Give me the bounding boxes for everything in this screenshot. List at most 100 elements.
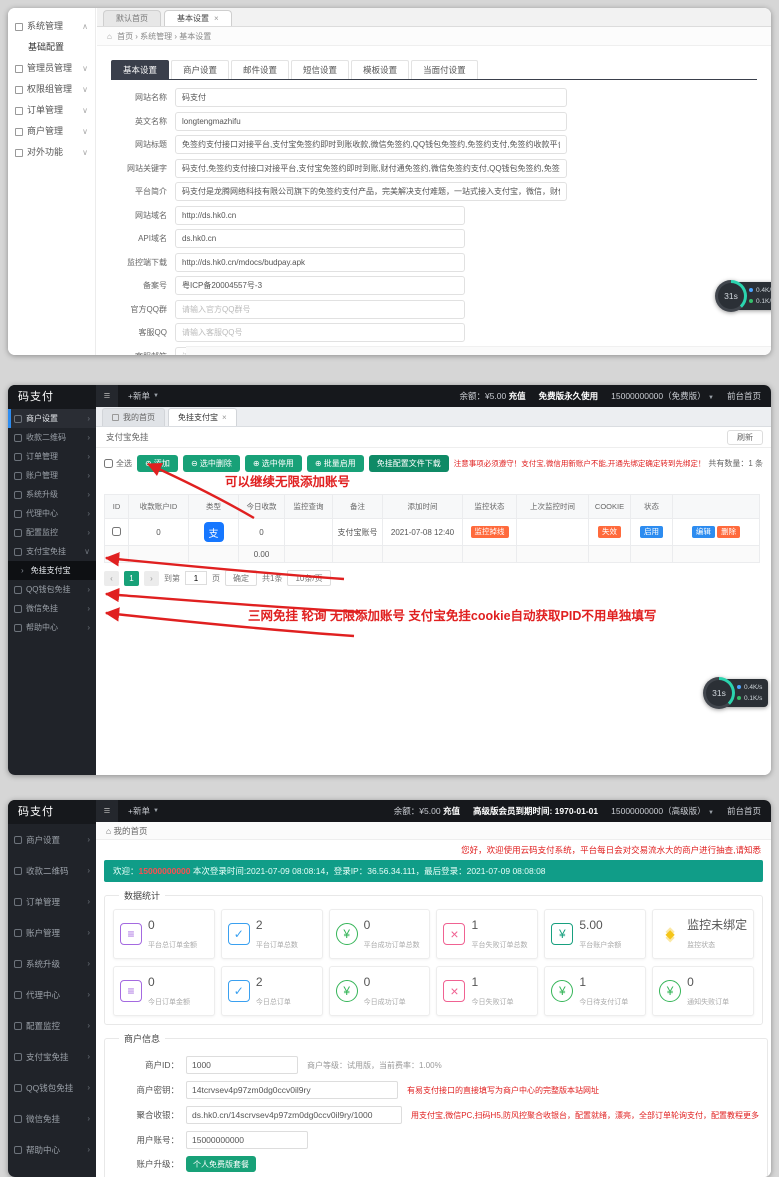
alipay-type-icon: 支	[204, 522, 224, 542]
wechat-icon	[14, 605, 22, 613]
window-tab-home[interactable]: 默认首页	[103, 10, 161, 26]
sidebar-item-agent-center[interactable]: 代理中心 ›	[8, 504, 96, 523]
disable-selected-button[interactable]: ⊕ 选中停用	[245, 455, 302, 472]
recharge-link[interactable]: 充值	[443, 806, 460, 816]
upgrade-plan-button[interactable]: 个人免费版套餐	[186, 1156, 256, 1172]
close-icon[interactable]: ×	[222, 413, 227, 422]
app-logo[interactable]: 码支付	[8, 800, 96, 824]
refresh-button[interactable]: 刷新	[727, 430, 763, 445]
menu-toggle-icon[interactable]: ≡	[96, 800, 118, 822]
user-account-input[interactable]	[186, 1131, 308, 1149]
sidebar-item-config-monitor[interactable]: 配置监控 ›	[8, 523, 96, 542]
sidebar-item-system-upgrade[interactable]: 系统升级 ›	[8, 948, 96, 979]
english-name-input[interactable]	[175, 112, 567, 131]
monitor-download-input[interactable]	[175, 253, 465, 272]
sidebar-item-system-upgrade[interactable]: 系统升级 ›	[8, 485, 96, 504]
prev-page-button[interactable]: ‹	[104, 571, 119, 586]
tab-basic-settings[interactable]: 基本设置	[111, 60, 169, 79]
menu-toggle-icon[interactable]: ≡	[96, 385, 118, 407]
select-all-control[interactable]: 全选	[104, 458, 132, 469]
tab-template-settings[interactable]: 模板设置	[351, 60, 409, 79]
new-order-menu[interactable]: +新单 ▼	[128, 805, 159, 817]
sidebar-item-qq-wallet-hangfree[interactable]: QQ钱包免挂 ›	[8, 580, 96, 599]
account-menu[interactable]: 15000000000（免费版） ▼	[611, 390, 714, 402]
chevron-down-icon: ∨	[82, 100, 88, 121]
per-page-select[interactable]: 10条/页	[287, 570, 330, 586]
site-keywords-input[interactable]	[175, 159, 567, 178]
sidebar-item-account-manage[interactable]: 账户管理 ›	[8, 466, 96, 485]
new-order-menu[interactable]: +新单 ▼	[128, 390, 159, 402]
goto-suffix: 页	[212, 573, 220, 584]
add-button[interactable]: ⊕ 添加	[137, 455, 178, 472]
site-name-input[interactable]	[175, 88, 567, 107]
recharge-link[interactable]: 充值	[509, 391, 526, 401]
sidebar-subitem-hangfree-alipay[interactable]: › 免挂支付宝	[8, 561, 96, 580]
sidebar-item-qq-wallet-hangfree[interactable]: QQ钱包免挂 ›	[8, 1072, 96, 1103]
sidebar-item-qrcode[interactable]: 收款二维码 ›	[8, 855, 96, 886]
sidebar-item-help-center[interactable]: 帮助中心 ›	[8, 1134, 96, 1165]
sidebar-item-help-center[interactable]: 帮助中心 ›	[8, 618, 96, 637]
current-page-button[interactable]: 1	[124, 571, 139, 586]
tab-mail-settings[interactable]: 邮件设置	[231, 60, 289, 79]
delete-selected-button[interactable]: ⊖ 选中删除	[183, 455, 240, 472]
sidebar-item-order-manage[interactable]: 订单管理 ∨	[8, 100, 95, 121]
app-logo[interactable]: 码支付	[8, 385, 96, 409]
sidebar-item-admin-manage[interactable]: 管理员管理 ∨	[8, 58, 95, 79]
front-site-link[interactable]: 前台首页	[727, 805, 761, 817]
row-checkbox[interactable]	[112, 527, 121, 536]
net-speed-widget[interactable]: 31s 0.4K/s 0.1K/s	[703, 677, 768, 709]
status-badge[interactable]: 启用	[640, 526, 663, 539]
download-config-button[interactable]: 免挂配置文件下载	[369, 455, 449, 472]
balance-text: 余额：¥5.00 充值	[394, 805, 460, 817]
tab-hangfree-alipay[interactable]: 免挂支付宝 ×	[168, 408, 237, 426]
sidebar-item-alipay-hangfree[interactable]: 支付宝免挂 ›	[8, 1041, 96, 1072]
account-upgrade-row: 账户升级： 个人免费版套餐	[117, 1156, 759, 1172]
sidebar-item-system-manage[interactable]: 系统管理 ∧	[8, 16, 95, 37]
sidebar-item-config-monitor[interactable]: 配置监控 ›	[8, 1010, 96, 1041]
site-domain-input[interactable]	[175, 206, 465, 225]
account-label: 15000000000（免费版）	[611, 391, 706, 401]
goto-confirm-button[interactable]: 确定	[225, 570, 257, 586]
merchant-key-input[interactable]	[186, 1081, 398, 1099]
tab-sms-settings[interactable]: 短信设置	[291, 60, 349, 79]
close-icon[interactable]: ×	[214, 14, 219, 23]
tab-f2f-pay-settings[interactable]: 当面付设置	[411, 60, 478, 79]
account-menu[interactable]: 15000000000（高级版） ▼	[611, 805, 714, 817]
next-page-button[interactable]: ›	[144, 571, 159, 586]
service-qq-input[interactable]	[175, 323, 465, 342]
sidebar-item-orders[interactable]: 订单管理 ›	[8, 447, 96, 466]
sidebar-item-merchant-settings[interactable]: 商户设置 ›	[8, 409, 96, 428]
sidebar-item-alipay-hangfree[interactable]: 支付宝免挂 ∨	[8, 542, 96, 561]
window-tab-basic-settings[interactable]: 基本设置 ×	[164, 10, 232, 26]
platform-intro-input[interactable]	[175, 182, 567, 201]
merchant-id-input[interactable]	[186, 1056, 298, 1074]
site-title-input[interactable]	[175, 135, 567, 154]
form-row: 网站域名	[111, 206, 771, 225]
icp-number-input[interactable]	[175, 276, 465, 295]
sidebar-item-wechat-hangfree[interactable]: 微信免挂 ›	[8, 599, 96, 618]
api-domain-input[interactable]	[175, 229, 465, 248]
sidebar-item-agent-center[interactable]: 代理中心 ›	[8, 979, 96, 1010]
net-speed-widget[interactable]: 31s 0.4K/s 0.1K/s	[715, 280, 771, 312]
sidebar-item-merchant-manage[interactable]: 商户管理 ∨	[8, 121, 95, 142]
sidebar-item-external-functions[interactable]: 对外功能 ∨	[8, 142, 95, 163]
edit-button[interactable]: 编辑	[692, 526, 715, 539]
sidebar-item-permission-group[interactable]: 权限组管理 ∨	[8, 79, 95, 100]
tab-merchant-settings[interactable]: 商户设置	[171, 60, 229, 79]
batch-enable-button[interactable]: ⊕ 批量启用	[307, 455, 364, 472]
sidebar-item-base-config[interactable]: 基础配置	[8, 37, 95, 58]
official-qq-group-input[interactable]	[175, 300, 465, 319]
sidebar-item-wechat-hangfree[interactable]: 微信免挂 ›	[8, 1103, 96, 1134]
sidebar-item-account-manage[interactable]: 账户管理 ›	[8, 917, 96, 948]
goto-page-input[interactable]	[185, 571, 207, 585]
cashier-url-input[interactable]	[186, 1106, 402, 1124]
sidebar-item-orders[interactable]: 订单管理 ›	[8, 886, 96, 917]
select-all-checkbox[interactable]	[104, 459, 113, 468]
sidebar-item-merchant-settings[interactable]: 商户设置 ›	[8, 824, 96, 855]
sidebar-item-qrcode[interactable]: 收款二维码 ›	[8, 428, 96, 447]
front-site-link[interactable]: 前台首页	[727, 390, 761, 402]
tab-my-home[interactable]: 我的首页	[102, 408, 165, 426]
col-id: ID	[105, 495, 129, 519]
stat-card: 1今日失败订单	[436, 966, 538, 1016]
delete-button[interactable]: 删除	[717, 526, 740, 539]
